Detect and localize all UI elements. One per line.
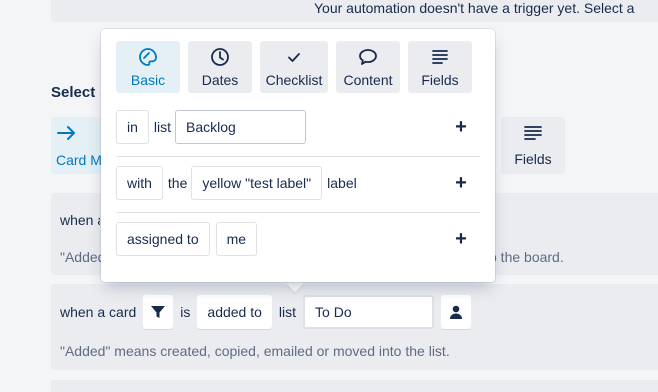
list-name-input[interactable]: To Do [303,295,435,329]
popover-tabs: Basic Dates Checklist Content Fields [116,41,480,93]
filter-row-list: in list Backlog + [116,99,480,155]
tab-fields-popover[interactable]: Fields [408,41,472,93]
in-list-select[interactable]: in [116,110,149,144]
with-label-select[interactable]: with [116,166,163,200]
tab-content-label: Content [343,72,393,88]
arrow-right-icon [56,124,78,148]
fields-icon [523,124,543,147]
tab-fields-label: Fields [514,151,552,167]
trigger-note-end: o the board. [489,249,564,265]
trigger-option-card-added-list[interactable]: when a card is added to list To Do "Adde… [51,284,658,370]
trigger-option-next[interactable] [51,380,658,392]
tab-dates-label: Dates [201,72,239,88]
list-name-field[interactable]: Backlog [175,110,307,144]
tab-card-move[interactable]: Card Move [51,117,103,174]
tab-dates[interactable]: Dates [188,41,252,93]
member-field[interactable]: me [215,222,258,256]
trigger-note: "Added" means created, copied, emailed o… [60,343,450,359]
tab-content[interactable]: Content [336,41,400,93]
speech-bubble-icon [359,49,377,65]
member-filter-button[interactable] [441,295,472,329]
check-icon [288,53,300,62]
tab-fields-popover-label: Fields [421,72,459,88]
trigger-when-text: when a card [60,304,137,320]
fields-icon [432,50,448,64]
tab-card-move-label: Card Move [56,151,103,168]
list-label: list [153,119,172,135]
clock-icon [211,48,229,66]
label-suffix: label [327,175,357,191]
label-picker[interactable]: yellow "test label" [191,166,323,200]
filter-row-member: assigned to me + [116,211,480,267]
action-select[interactable]: added to [197,295,272,329]
trigger-is-text: is [180,304,191,320]
tab-fields[interactable]: Fields [501,117,565,174]
trigger-list-label: list [278,304,297,320]
tab-checklist-label: Checklist [265,72,323,88]
card-filter-popover: Basic Dates Checklist Content Fields in … [101,29,495,282]
filter-icon [151,306,166,318]
add-member-filter-button[interactable]: + [452,229,470,249]
trigger-notice-text: Your automation doesn't have a trigger y… [314,0,635,16]
assigned-to-select[interactable]: assigned to [116,222,210,256]
person-icon [450,305,463,319]
tab-basic[interactable]: Basic [116,41,180,93]
tab-checklist[interactable]: Checklist [260,41,328,93]
palette-icon [139,48,157,66]
add-list-filter-button[interactable]: + [452,117,470,137]
filter-row-label: with the yellow "test label" label + [116,155,480,211]
filter-button[interactable] [143,295,174,329]
select-trigger-title: Select a trigger [51,84,100,101]
tab-basic-label: Basic [130,72,166,88]
trigger-notice: Your automation doesn't have a trigger y… [51,0,658,22]
add-label-filter-button[interactable]: + [452,173,470,193]
the-label: the [167,175,188,191]
trigger-text: when a [60,212,100,228]
